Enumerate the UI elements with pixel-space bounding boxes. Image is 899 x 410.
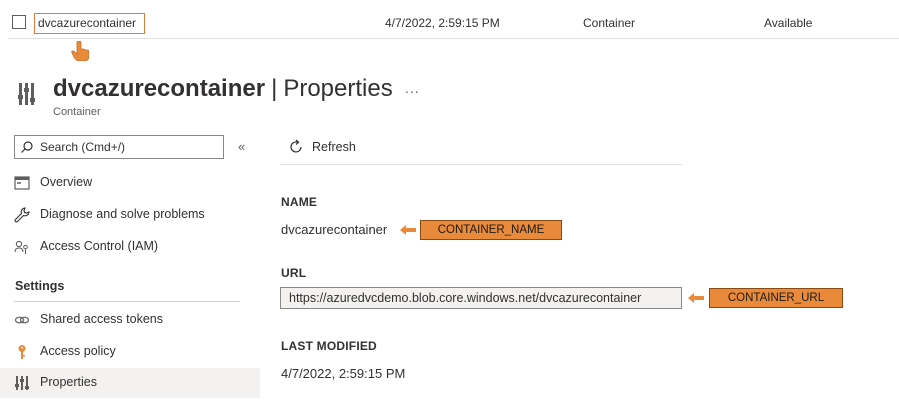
url-property-label: URL <box>281 266 307 280</box>
properties-icon <box>15 376 29 390</box>
resource-name: dvcazurecontainer <box>53 75 266 102</box>
resource-type-subtitle: Container <box>53 106 101 118</box>
arrow-left-icon <box>400 225 416 235</box>
wrench-icon <box>14 207 30 223</box>
refresh-button[interactable]: Refresh <box>285 136 375 160</box>
sidebar-search-input[interactable]: Search (Cmd+/) <box>14 135 224 159</box>
row-last-modified: 4/7/2022, 2:59:15 PM <box>385 16 500 30</box>
toolbar-divider <box>280 164 682 165</box>
sidebar-item-iam[interactable]: Access Control (IAM) <box>0 232 260 262</box>
more-options-button[interactable]: ... <box>405 80 420 96</box>
last-modified-property-label: LAST MODIFIED <box>281 339 377 353</box>
collapse-sidebar-button[interactable]: « <box>238 139 245 154</box>
container-name-annotation: CONTAINER_NAME <box>420 220 562 240</box>
overview-icon <box>14 176 30 190</box>
url-property-value: https://azuredvcdemo.blob.core.windows.n… <box>289 291 642 305</box>
refresh-icon <box>290 139 302 153</box>
container-list-row[interactable]: dvcazurecontainer 4/7/2022, 2:59:15 PM C… <box>0 0 899 47</box>
name-property-value: dvcazurecontainer <box>281 222 388 237</box>
link-icon <box>14 316 30 324</box>
sidebar-item-shared-access-tokens[interactable]: Shared access tokens <box>0 305 260 335</box>
row-type: Container <box>583 16 636 30</box>
sidebar-item-label: Access policy <box>40 344 116 358</box>
search-icon <box>21 141 33 153</box>
refresh-label: Refresh <box>312 140 356 154</box>
row-divider <box>8 38 899 39</box>
sidebar-item-properties[interactable]: Properties <box>0 368 260 398</box>
sidebar-item-access-policy[interactable]: Access policy <box>0 337 260 367</box>
row-checkbox[interactable] <box>12 15 26 29</box>
key-icon <box>18 345 26 359</box>
last-modified-property-value: 4/7/2022, 2:59:15 PM <box>281 366 406 381</box>
sidebar-item-label: Access Control (IAM) <box>40 239 159 253</box>
sidebar-item-overview[interactable]: Overview <box>0 168 260 198</box>
sidebar-item-label: Properties <box>40 375 97 389</box>
arrow-left-icon <box>688 293 704 303</box>
sidebar-item-diagnose[interactable]: Diagnose and solve problems <box>0 200 260 230</box>
iam-icon <box>14 240 28 254</box>
container-url-annotation: CONTAINER_URL <box>709 288 843 308</box>
row-status: Available <box>764 16 813 30</box>
title-separator: | <box>271 75 278 102</box>
settings-section-heading: Settings <box>15 279 65 293</box>
page-title: dvcazurecontainer | Properties <box>53 74 393 104</box>
container-name-link[interactable]: dvcazurecontainer <box>34 13 145 34</box>
sidebar-item-label: Shared access tokens <box>40 312 163 326</box>
name-property-label: NAME <box>281 195 318 209</box>
url-field[interactable]: https://azuredvcdemo.blob.core.windows.n… <box>280 287 682 309</box>
container-properties-icon <box>18 83 35 105</box>
sidebar-item-label: Overview <box>40 175 93 189</box>
page-name: Properties <box>283 75 393 102</box>
settings-divider <box>14 301 240 302</box>
sidebar-item-label: Diagnose and solve problems <box>40 207 205 221</box>
pointer-hand-icon <box>71 41 89 61</box>
search-placeholder: Search (Cmd+/) <box>40 140 126 154</box>
